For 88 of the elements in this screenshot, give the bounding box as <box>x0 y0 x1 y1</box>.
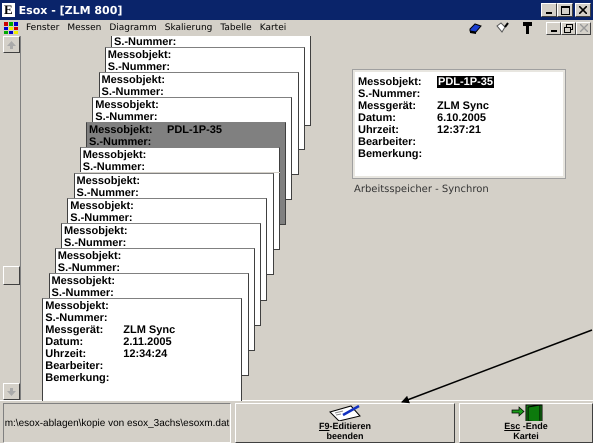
record-card[interactable]: Messobjekt: S.-Nummer: <box>54 248 255 273</box>
menu-item[interactable]: Skalierung <box>160 23 216 33</box>
field-label: Messobjekt: <box>52 274 116 287</box>
record-card[interactable]: Messobjekt: S.-Nummer: <box>74 172 274 198</box>
field-label: Messgerät: <box>45 324 104 336</box>
field-label: Messobjekt: <box>70 200 135 212</box>
window-title: Esox - [ZLM 800] <box>18 4 124 16</box>
scroll-down-button[interactable] <box>3 383 20 400</box>
field-value: 12:34:24 <box>123 348 168 360</box>
field-label: S.-Nummer: <box>114 36 178 48</box>
menu-item[interactable]: Tabelle <box>216 23 256 33</box>
field-label: S.-Nummer: <box>95 111 159 124</box>
field-label: S.-Nummer: <box>52 286 115 299</box>
record-card[interactable]: Messobjekt: S.-Nummer: Messgerät: ZLM Sync Datum: 2.11.2005 Uhrzeit: 12:34:24 Bearbeiter: Bemerkung: <box>42 298 242 401</box>
close-icon <box>580 24 588 32</box>
field-value: 12:37:21 <box>437 124 482 136</box>
field-label: Messobjekt: <box>89 124 154 136</box>
exit-button[interactable]: Esc -Ende Kartei <box>459 403 593 443</box>
field-label: S.-Nummer: <box>108 61 172 73</box>
field-value: PDL-1P-35 <box>437 76 494 88</box>
file-path: m:\esox-ablagen\kopie von esox_3achs\esoxm.dat <box>4 418 230 428</box>
up-arrow-icon <box>7 40 16 48</box>
field-value: 6.10.2005 <box>437 112 486 124</box>
close-icon <box>579 6 587 14</box>
field-label: S.-Nummer: <box>58 262 122 274</box>
field-label: Messgerät: <box>358 100 418 112</box>
minimize-button[interactable] <box>546 22 561 34</box>
field-label: Uhrzeit: <box>358 124 400 136</box>
field-label: S.-Nummer: <box>82 161 146 174</box>
scroll-up-button[interactable] <box>3 36 20 53</box>
field-value: 2.11.2005 <box>123 336 172 348</box>
down-arrow-icon <box>7 388 16 396</box>
field-label: S.-Nummer: <box>102 86 165 98</box>
record-card[interactable]: Messobjekt: S.-Nummer: <box>104 47 305 72</box>
field-label: S.-Nummer: <box>358 88 422 100</box>
field-label: Messobjekt: <box>76 174 142 186</box>
field-label: Messobjekt: <box>358 76 423 88</box>
close-button[interactable] <box>575 3 591 17</box>
app-logo: E <box>2 3 15 17</box>
eraser-icon[interactable] <box>468 22 482 34</box>
envelope-pen-icon <box>329 404 361 421</box>
field-value: ZLM Sync <box>123 324 176 336</box>
field-value: ZLM Sync <box>437 100 489 112</box>
field-label: Datum: <box>45 336 84 348</box>
record-card[interactable]: Messobjekt: S.-Nummer: <box>48 272 248 298</box>
field-label: Messobjekt: <box>82 149 148 162</box>
record-card[interactable]: S.-Nummer: <box>111 36 311 47</box>
field-label: Bemerkung: <box>358 148 424 160</box>
field-label: Messobjekt: <box>95 99 160 112</box>
field-label: S.-Nummer: <box>76 186 140 198</box>
field-label: Bearbeiter: <box>45 360 104 372</box>
field-label: Messobjekt: <box>102 74 166 86</box>
tool-icon[interactable] <box>523 22 532 34</box>
maximize-button[interactable] <box>557 3 573 17</box>
menu-item[interactable]: Diagramm <box>105 23 161 33</box>
maximize-icon <box>560 6 570 14</box>
menu-item[interactable]: Messen <box>63 23 106 33</box>
record-card[interactable]: Messobjekt: S.-Nummer: <box>92 97 292 122</box>
field-label: Messobjekt: <box>45 300 110 312</box>
grid-icon[interactable] <box>4 22 18 34</box>
minimize-button[interactable] <box>541 3 557 17</box>
edit-button[interactable]: F9-Editieren beenden <box>235 403 455 443</box>
field-value: PDL-1P-35 <box>167 124 222 136</box>
record-card[interactable]: Messobjekt: S.-Nummer: <box>67 198 268 223</box>
restore-button[interactable] <box>561 22 576 34</box>
field-label: Datum: <box>358 112 397 124</box>
field-label: S.-Nummer: <box>64 236 128 249</box>
status-caption: Arbeitsspeicher - Synchron <box>354 184 489 195</box>
scrollbar[interactable] <box>3 36 21 400</box>
field-label: Messobjekt: <box>58 250 122 262</box>
menu-item[interactable]: Fenster <box>22 23 64 33</box>
menu-item[interactable]: Kartei <box>256 23 290 33</box>
restore-icon <box>564 24 573 32</box>
close-button[interactable] <box>576 22 591 34</box>
record-card[interactable]: Messobjekt: S.-Nummer: <box>98 72 298 98</box>
field-label: S.-Nummer: <box>45 312 109 324</box>
record-card[interactable]: Messobjekt: PDL-1P-35 S.-Nummer: <box>86 122 286 148</box>
scroll-thumb[interactable] <box>3 266 20 285</box>
field-label: S.-Nummer: <box>89 136 152 148</box>
record-card[interactable]: Messobjekt: S.-Nummer: <box>61 222 261 248</box>
field-label: Messobjekt: <box>108 49 172 61</box>
field-label: Uhrzeit: <box>45 348 88 360</box>
record-card[interactable]: Messobjekt: S.-Nummer: <box>80 147 280 172</box>
field-label: Messobjekt: <box>64 224 129 237</box>
field-label: S.-Nummer: <box>70 212 134 224</box>
pencil-icon[interactable] <box>496 22 509 34</box>
field-label: Bearbeiter: <box>358 136 418 148</box>
field-label: Bemerkung: <box>45 372 110 384</box>
